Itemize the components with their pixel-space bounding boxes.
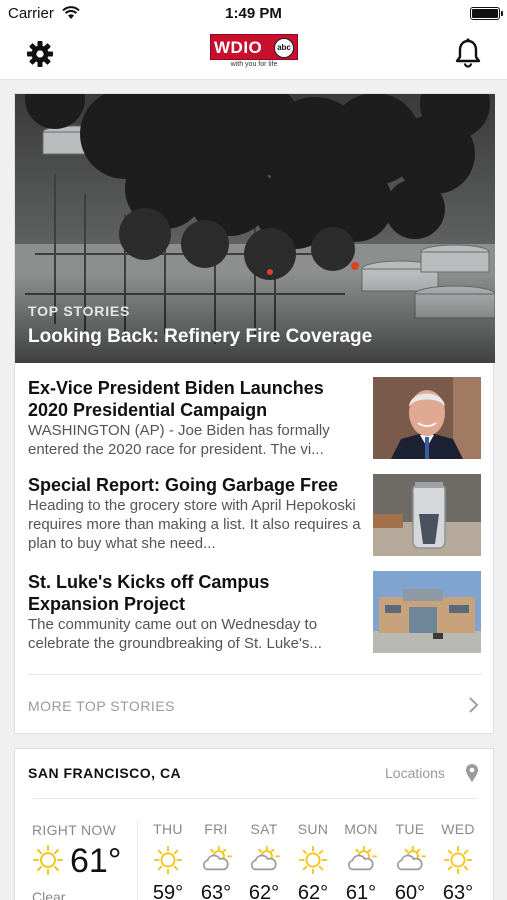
story-summary: The community came out on Wednesday to c… bbox=[28, 616, 322, 652]
story-title: Ex-Vice President Biden Launches 2020 Pr… bbox=[28, 378, 324, 420]
status-bar: Carrier 1:49 PM bbox=[0, 0, 507, 28]
current-temperature: 61° bbox=[70, 842, 122, 880]
forecast-day: MON 61° bbox=[337, 821, 385, 900]
story-item-st-lukes[interactable]: St. Luke's Kicks off Campus Expansion Pr… bbox=[15, 571, 495, 667]
forecast-day: WED 63° bbox=[434, 821, 482, 900]
forecast-day-label: SAT bbox=[250, 821, 278, 837]
forecast-high: 60° bbox=[394, 882, 426, 900]
hero-kicker: TOP STORIES bbox=[28, 303, 131, 319]
gear-icon[interactable] bbox=[24, 38, 56, 70]
story-summary: Heading to the grocery store with April … bbox=[28, 497, 361, 552]
more-top-stories-label: MORE TOP STORIES bbox=[28, 698, 176, 714]
abc-logo-icon: abc bbox=[274, 38, 294, 58]
forecast-high: 63° bbox=[442, 882, 474, 900]
partly-cloudy-icon bbox=[250, 845, 280, 871]
weather-card: SAN FRANCISCO, CA Locations RIGHT NOW 61… bbox=[14, 748, 494, 900]
forecast-high: 62° bbox=[297, 882, 329, 900]
forecast-day-label: TUE bbox=[395, 821, 425, 837]
nav-bar: WDIO abc with you for life bbox=[0, 28, 507, 80]
forecast-day: SAT 62° bbox=[240, 821, 288, 900]
partly-cloudy-icon bbox=[347, 845, 377, 871]
refinery-fire-image bbox=[15, 94, 495, 363]
forecast-high: 62° bbox=[248, 882, 280, 900]
forecast-day-label: MON bbox=[344, 821, 378, 837]
hero-story[interactable]: TOP STORIES Looking Back: Refinery Fire … bbox=[15, 94, 495, 363]
station-logo[interactable]: WDIO abc with you for life bbox=[210, 34, 298, 70]
weather-city: SAN FRANCISCO, CA bbox=[28, 765, 182, 781]
story-summary: WASHINGTON (AP) - Joe Biden has formally… bbox=[28, 422, 330, 458]
forecast-high: 59° bbox=[152, 882, 184, 900]
logo-tagline: with you for life bbox=[230, 61, 278, 68]
partly-cloudy-icon bbox=[396, 845, 426, 871]
status-time: 1:49 PM bbox=[225, 5, 282, 22]
chevron-right-icon bbox=[469, 697, 479, 713]
hospital-photo-thumbnail bbox=[373, 571, 481, 653]
sun-icon bbox=[153, 845, 183, 875]
sun-icon bbox=[443, 845, 473, 875]
story-item-biden[interactable]: Ex-Vice President Biden Launches 2020 Pr… bbox=[15, 377, 495, 473]
story-title: St. Luke's Kicks off Campus Expansion Pr… bbox=[28, 572, 270, 614]
forecast-day-label: FRI bbox=[204, 821, 228, 837]
story-item-garbage-free[interactable]: Special Report: Going Garbage Free Headi… bbox=[15, 474, 495, 570]
partly-cloudy-icon bbox=[202, 845, 232, 871]
story-title: Special Report: Going Garbage Free bbox=[28, 475, 339, 495]
bell-icon[interactable] bbox=[450, 36, 486, 72]
forecast-day: THU 59° bbox=[144, 821, 192, 900]
forecast-high: 63° bbox=[200, 882, 232, 900]
logo-text: WDIO bbox=[214, 38, 263, 57]
forecast-high: 61° bbox=[345, 882, 377, 900]
right-now-label: RIGHT NOW bbox=[32, 822, 117, 838]
biden-photo-thumbnail bbox=[373, 377, 481, 459]
forecast-day: SUN 62° bbox=[289, 821, 337, 900]
sun-icon bbox=[298, 845, 328, 875]
top-stories-card: TOP STORIES Looking Back: Refinery Fire … bbox=[14, 93, 495, 734]
locations-link[interactable]: Locations bbox=[385, 765, 445, 781]
forecast-day: FRI 63° bbox=[192, 821, 240, 900]
current-condition: Clear bbox=[32, 889, 66, 900]
forecast-day: TUE 60° bbox=[386, 821, 434, 900]
sun-icon bbox=[33, 845, 63, 875]
battery-icon bbox=[470, 7, 503, 20]
forecast-day-label: SUN bbox=[297, 821, 329, 837]
more-top-stories-link[interactable]: MORE TOP STORIES bbox=[28, 674, 482, 734]
forecast-day-label: WED bbox=[441, 821, 475, 837]
jar-photo-thumbnail bbox=[373, 474, 481, 556]
forecast-day-label: THU bbox=[153, 821, 183, 837]
location-pin-icon[interactable] bbox=[465, 763, 479, 783]
weather-divider bbox=[33, 798, 477, 799]
forecast-divider bbox=[137, 821, 138, 900]
logo-box: WDIO abc bbox=[210, 34, 298, 60]
hero-title: Looking Back: Refinery Fire Coverage bbox=[28, 326, 373, 347]
